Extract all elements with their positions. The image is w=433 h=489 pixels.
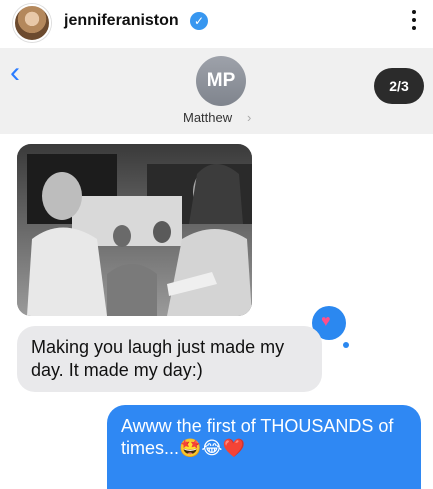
instagram-post-header: jenniferaniston ✓ — [0, 0, 433, 48]
heart-icon: ♥ — [321, 313, 331, 330]
photo-attachment[interactable] — [17, 144, 252, 316]
chevron-left-icon[interactable]: ‹ — [10, 58, 20, 88]
chevron-right-icon: › — [247, 110, 252, 125]
contact-avatar[interactable]: MP — [196, 56, 246, 106]
avatar[interactable] — [13, 4, 51, 42]
more-options-icon[interactable] — [407, 6, 421, 36]
photo-image — [17, 144, 252, 316]
username[interactable]: jenniferaniston — [64, 12, 179, 30]
verified-icon: ✓ — [190, 12, 208, 30]
reaction-tail-dot — [343, 342, 349, 348]
contact-name[interactable]: Matthew — [183, 110, 232, 125]
slide-counter-badge: 2/3 — [374, 68, 424, 104]
incoming-message-bubble[interactable]: Making you laugh just made my day. It ma… — [17, 326, 322, 392]
outgoing-message-bubble[interactable]: Awww the first of THOUSANDS of times...🤩… — [107, 405, 421, 489]
messages-nav-bar: ‹ MP Matthew › 2/3 — [0, 48, 433, 134]
message-thread: ♥ Making you laugh just made my day. It … — [0, 134, 433, 489]
